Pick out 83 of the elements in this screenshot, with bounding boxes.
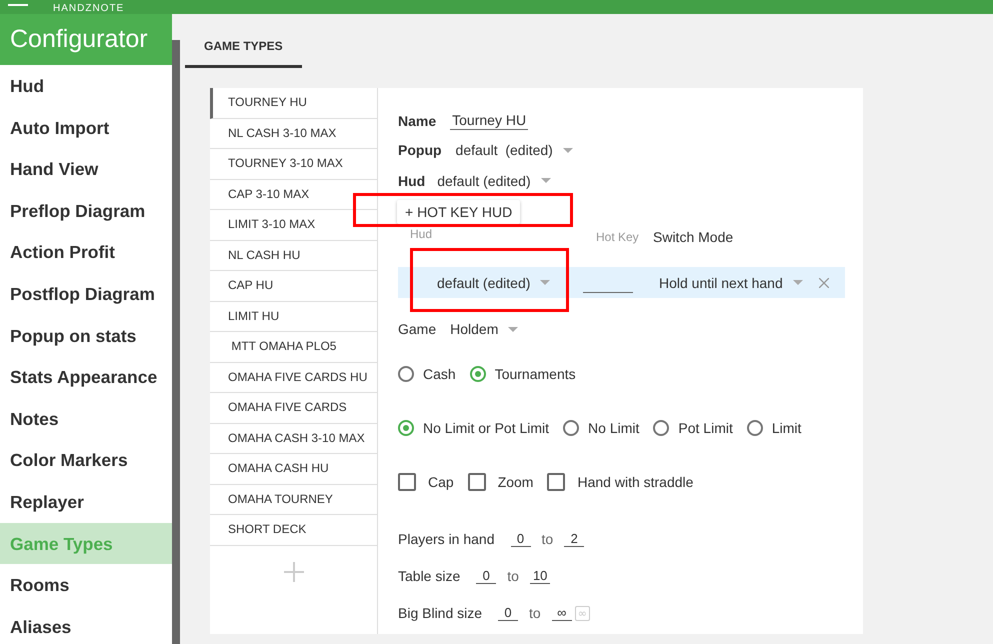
game-type-item[interactable]: OMAHA FIVE CARDS HU: [210, 362, 377, 393]
game-type-item[interactable]: NL CASH HU: [210, 240, 377, 271]
switch-mode-dropdown[interactable]: Hold until next hand: [659, 274, 803, 290]
game-type-item[interactable]: OMAHA CASH 3-10 MAX: [210, 424, 377, 454]
column-header: Hot Key: [596, 229, 640, 245]
scrollbar[interactable]: [172, 40, 180, 644]
game-type-item[interactable]: OMAHA CASH HU: [210, 454, 377, 484]
max-field[interactable]: 2: [564, 531, 584, 547]
game-type-item[interactable]: TOURNEY 3-10 MAX: [210, 149, 377, 180]
checkbox-option[interactable]: Zoom: [468, 472, 534, 490]
radio-button[interactable]: [746, 420, 763, 436]
range-separator: to: [507, 568, 519, 584]
sidebar-item[interactable]: Notes: [0, 398, 172, 440]
sidebar-item[interactable]: Hand View: [0, 148, 172, 190]
sidebar-item[interactable]: Preflop Diagram: [0, 190, 172, 232]
hud-dropdown[interactable]: default (edited): [437, 274, 583, 290]
checkbox[interactable]: [398, 472, 416, 490]
radio-button[interactable]: [563, 420, 580, 436]
radio-button[interactable]: [398, 420, 414, 436]
min-field[interactable]: 0: [510, 531, 531, 547]
range-label: Table size: [398, 568, 460, 584]
game-type-item[interactable]: MTT OMAHA PLO5: [210, 332, 377, 362]
caret-icon[interactable]: [792, 280, 803, 285]
add-icon[interactable]: [284, 562, 304, 582]
game-type-item[interactable]: NL CASH 3-10 MAX: [210, 118, 377, 149]
sidebar-item[interactable]: Auto Import: [0, 106, 172, 148]
game-type-item[interactable]: CAP HU: [210, 271, 377, 302]
checkbox[interactable]: [468, 472, 486, 490]
popup-dropdown[interactable]: default (edited): [456, 142, 573, 158]
max-field[interactable]: ∞: [552, 605, 572, 621]
name-field[interactable]: Tourney HU: [450, 112, 528, 130]
sidebar-item[interactable]: Action Profit: [0, 231, 172, 273]
add-hotkey-button[interactable]: + HOT KEY HUD: [397, 200, 520, 224]
checkbox-option[interactable]: Cap: [398, 472, 454, 490]
column-header: Hud: [410, 226, 434, 242]
sidebar-item[interactable]: Aliases: [0, 606, 172, 644]
range-label: Big Blind size: [398, 605, 482, 621]
game-type-item[interactable]: TOURNEY HU: [210, 88, 377, 118]
radio-option[interactable]: No Limit: [563, 420, 640, 436]
radio-option[interactable]: Pot Limit: [653, 420, 733, 436]
min-field[interactable]: 0: [498, 605, 518, 621]
tab[interactable]: GAME TYPES: [185, 30, 302, 68]
field-label: Name: [398, 113, 436, 129]
radio-button[interactable]: [653, 420, 670, 436]
field-label: Popup: [398, 142, 442, 158]
field-label: Hud: [398, 172, 426, 189]
sidebar-title: Configurator: [0, 14, 172, 65]
radio-button[interactable]: [398, 366, 414, 382]
game-type-item[interactable]: LIMIT HU: [210, 302, 377, 332]
checkbox-option[interactable]: Hand with straddle: [547, 472, 694, 490]
range-label: Players in hand: [398, 531, 495, 547]
max-field[interactable]: 10: [530, 568, 550, 584]
sidebar-item[interactable]: Rooms: [0, 564, 172, 606]
radio-option[interactable]: Tournaments: [470, 366, 576, 382]
game-type-item[interactable]: OMAHA FIVE CARDS: [210, 393, 377, 424]
close-icon[interactable]: [818, 278, 829, 288]
radio-button[interactable]: [470, 366, 486, 382]
radio-option[interactable]: No Limit or Pot Limit: [398, 420, 550, 436]
caret-icon[interactable]: [562, 148, 573, 153]
min-field[interactable]: 0: [476, 568, 496, 584]
caret-icon[interactable]: [508, 326, 518, 332]
app-title: HANDZNOTE: [53, 3, 124, 14]
field-label: Game: [398, 321, 436, 338]
game-type-item[interactable]: CAP 3-10 MAX: [210, 180, 377, 210]
range-separator: to: [542, 531, 554, 547]
column-header: Switch Mode: [653, 229, 734, 245]
sidebar-item[interactable]: Replayer: [0, 480, 172, 523]
checkbox[interactable]: [547, 472, 566, 490]
sidebar-item[interactable]: Popup on stats: [0, 314, 172, 356]
sidebar-item[interactable]: Hud: [0, 65, 172, 107]
game-type-item[interactable]: LIMIT 3-10 MAX: [210, 210, 377, 240]
caret-icon[interactable]: [540, 280, 550, 285]
radio-option[interactable]: Limit: [746, 420, 802, 436]
radio-option[interactable]: Cash: [398, 366, 456, 382]
game-type-item[interactable]: OMAHA TOURNEY: [210, 484, 377, 515]
hud-dropdown[interactable]: default (edited): [437, 172, 551, 189]
sidebar-item[interactable]: Postflop Diagram: [0, 272, 172, 315]
sidebar-item[interactable]: Stats Appearance: [0, 356, 172, 398]
game-type-item[interactable]: SHORT DECK: [210, 515, 377, 546]
sidebar-item[interactable]: Color Markers: [0, 439, 172, 481]
range-separator: to: [529, 605, 541, 621]
caret-icon[interactable]: [540, 178, 551, 184]
game-dropdown[interactable]: Holdem: [450, 321, 518, 338]
